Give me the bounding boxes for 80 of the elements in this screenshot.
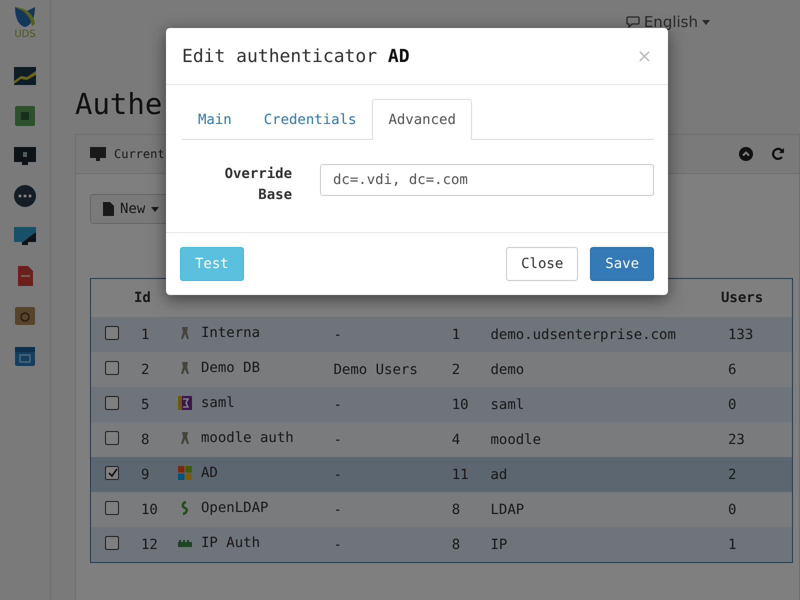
table-cell: 1 bbox=[133, 317, 169, 352]
panel-title: Current bbox=[114, 147, 165, 161]
table-cell: demo bbox=[482, 352, 720, 387]
table-cell: moodle bbox=[482, 422, 720, 457]
table-cell: 133 bbox=[720, 317, 792, 352]
dialog-title: Edit authenticator AD bbox=[182, 46, 410, 66]
checkbox[interactable] bbox=[105, 360, 119, 374]
column-header[interactable]: Id bbox=[134, 290, 151, 306]
table-cell: Demo Users bbox=[325, 352, 444, 387]
logo-icon bbox=[12, 4, 38, 30]
document-icon bbox=[103, 202, 114, 216]
collapse-icon[interactable] bbox=[739, 147, 753, 161]
tab[interactable]: Main bbox=[182, 99, 248, 140]
input-field[interactable]: dc=.vdi, dc=.com bbox=[320, 164, 654, 196]
language-menu[interactable]: English bbox=[626, 13, 710, 31]
refresh-icon[interactable] bbox=[771, 147, 785, 161]
table-cell: demo.udsenterprise.com bbox=[482, 317, 720, 352]
table-cell: 2 bbox=[133, 352, 169, 387]
checkbox[interactable] bbox=[105, 536, 119, 550]
table-cell: saml bbox=[201, 394, 235, 410]
table-cell: 8 bbox=[444, 492, 482, 527]
table-cell: 4 bbox=[444, 422, 482, 457]
close-button[interactable]: Close bbox=[506, 247, 578, 281]
table-cell: saml bbox=[482, 387, 720, 422]
chat-icon bbox=[626, 16, 640, 28]
table-cell: OpenLDAP bbox=[201, 500, 268, 516]
table-cell: - bbox=[325, 387, 444, 422]
table-cell: LDAP bbox=[482, 492, 720, 527]
tab[interactable]: Credentials bbox=[248, 99, 372, 140]
logo-text: UDS bbox=[14, 30, 36, 40]
table-cell: - bbox=[325, 422, 444, 457]
table-cell: AD bbox=[201, 464, 218, 480]
table-cell: 10 bbox=[133, 492, 169, 527]
monitor-icon[interactable] bbox=[13, 144, 37, 168]
field-label: Override Base bbox=[224, 165, 292, 205]
save-button[interactable]: Save bbox=[590, 247, 654, 281]
table-cell: IP bbox=[482, 527, 720, 562]
table-cell: 23 bbox=[720, 422, 792, 457]
monitor-icon[interactable] bbox=[13, 224, 37, 248]
table-cell: 5 bbox=[133, 387, 169, 422]
table-cell: 9 bbox=[133, 457, 169, 492]
caret-icon bbox=[151, 206, 160, 212]
chip-icon[interactable] bbox=[13, 104, 37, 128]
saml-icon bbox=[177, 394, 193, 410]
table-cell: Interna bbox=[201, 324, 260, 340]
chart-icon[interactable] bbox=[13, 64, 37, 88]
page-title: Authe bbox=[75, 86, 162, 123]
table-cell: 11 bbox=[444, 457, 482, 492]
table-cell: 1 bbox=[444, 317, 482, 352]
checkbox[interactable] bbox=[105, 396, 119, 410]
table-cell: 10 bbox=[444, 387, 482, 422]
table-cell: 8 bbox=[133, 422, 169, 457]
table-cell: Demo DB bbox=[201, 360, 260, 376]
table-cell: 2 bbox=[444, 352, 482, 387]
monitor-icon bbox=[90, 146, 106, 162]
calendar-icon[interactable] bbox=[13, 344, 37, 368]
table-cell: IP Auth bbox=[201, 534, 260, 550]
table-cell: ad bbox=[482, 457, 720, 492]
table-cell: 12 bbox=[133, 527, 169, 562]
checkbox[interactable] bbox=[105, 430, 119, 444]
table-cell: 2 bbox=[720, 457, 792, 492]
table-cell: - bbox=[325, 492, 444, 527]
table-cell: - bbox=[325, 317, 444, 352]
checkbox[interactable] bbox=[105, 326, 119, 340]
table-cell: 6 bbox=[720, 352, 792, 387]
table-cell: 0 bbox=[720, 492, 792, 527]
more-icon[interactable] bbox=[13, 184, 37, 208]
caret-icon bbox=[702, 20, 710, 24]
column-header[interactable]: Users bbox=[721, 290, 764, 306]
box-icon[interactable] bbox=[13, 304, 37, 328]
checkbox[interactable] bbox=[105, 500, 119, 514]
table-cell: 1 bbox=[720, 527, 792, 562]
windows-icon bbox=[177, 464, 193, 480]
table-cell: 8 bbox=[444, 527, 482, 562]
table-cell: 0 bbox=[720, 387, 792, 422]
table-cell: moodle auth bbox=[201, 430, 294, 446]
table-cell: - bbox=[325, 527, 444, 562]
table-cell: - bbox=[325, 457, 444, 492]
checkbox[interactable] bbox=[105, 466, 119, 480]
tab[interactable]: Advanced bbox=[372, 99, 472, 140]
